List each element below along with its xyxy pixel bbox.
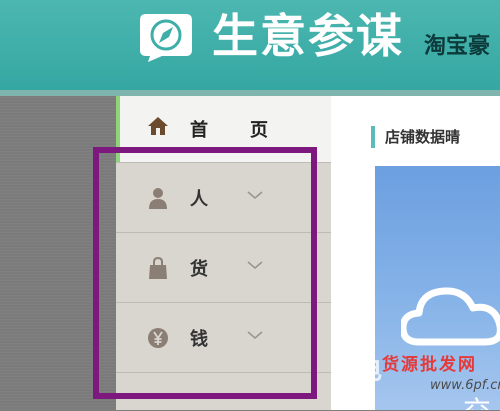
sidebar-item-label: 首页	[190, 120, 310, 141]
card-label: 交	[463, 390, 491, 410]
cloud-icon	[401, 287, 500, 346]
app-header: 生意参谋 淘宝豪	[0, 0, 500, 90]
app-title: 生意参谋	[212, 9, 404, 63]
watermark-url: www.6pf.cn	[430, 378, 500, 393]
highlight-box	[93, 147, 317, 399]
watermark-logo: 电	[356, 356, 383, 386]
app-subtitle: 淘宝豪	[424, 34, 491, 59]
watermark-text: 货源批发网	[382, 355, 477, 375]
compass-logo-icon	[140, 14, 192, 62]
home-icon	[148, 117, 168, 135]
section-title: 店铺数据晴	[385, 128, 461, 146]
section-accent	[371, 126, 375, 148]
